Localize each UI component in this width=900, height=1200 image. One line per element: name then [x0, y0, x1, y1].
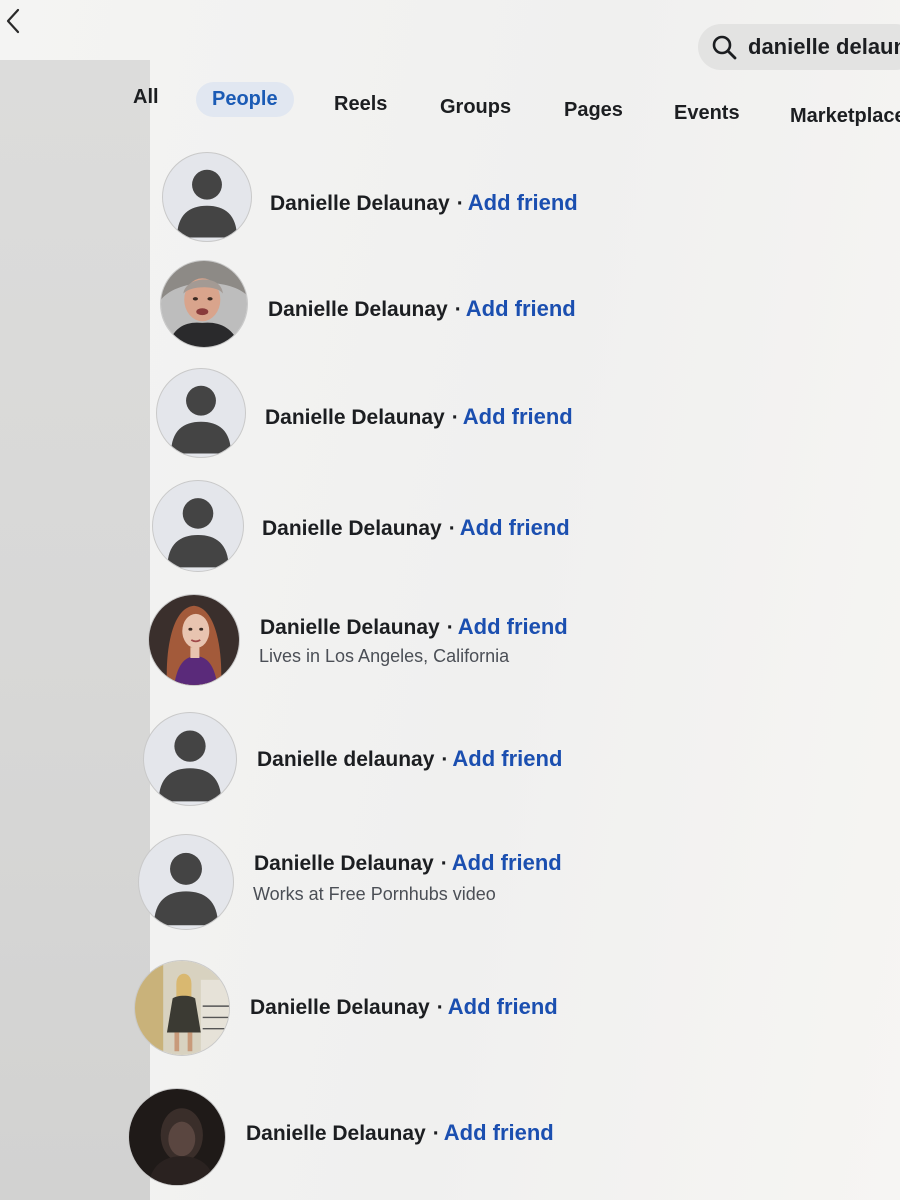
add-friend-button[interactable]: Add friend	[444, 1120, 554, 1145]
separator-dot: ·	[441, 748, 449, 771]
filter-tabs: All People Reels Groups Pages Events Mar…	[0, 70, 900, 130]
add-friend-button[interactable]: Add friend	[452, 746, 562, 771]
left-sidebar	[0, 60, 150, 1200]
search-results-screen: danielle delaunay All People Reels Group…	[0, 0, 900, 1200]
separator-dot: ·	[448, 517, 456, 540]
tab-reels[interactable]: Reels	[334, 93, 387, 116]
result-name[interactable]: Danielle Delaunay	[254, 852, 434, 875]
add-friend-button[interactable]: Add friend	[468, 190, 578, 215]
tab-all[interactable]: All	[133, 86, 159, 109]
default-avatar-icon[interactable]	[162, 152, 252, 242]
chevron-left-icon	[6, 8, 20, 34]
tab-events[interactable]: Events	[674, 102, 740, 125]
result-name[interactable]: Danielle Delaunay	[265, 406, 445, 429]
profile-photo[interactable]	[160, 260, 248, 348]
result-name[interactable]: Danielle Delaunay	[246, 1122, 426, 1145]
result-name[interactable]: Danielle Delaunay	[268, 298, 448, 321]
add-friend-button[interactable]: Add friend	[466, 296, 576, 321]
result-detail: Works at Free Pornhubs video	[253, 884, 496, 904]
back-button[interactable]	[2, 8, 24, 34]
search-icon	[712, 35, 737, 60]
tab-pages[interactable]: Pages	[564, 99, 623, 122]
search-query-text: danielle delaunay	[748, 34, 900, 59]
tab-marketplace[interactable]: Marketplace	[790, 105, 900, 128]
add-friend-button[interactable]: Add friend	[458, 614, 568, 639]
default-avatar-icon[interactable]	[138, 834, 234, 930]
add-friend-button[interactable]: Add friend	[463, 404, 573, 429]
tab-people[interactable]: People	[196, 82, 294, 117]
result-detail: Lives in Los Angeles, California	[259, 646, 510, 666]
add-friend-button[interactable]: Add friend	[460, 515, 570, 540]
result-name[interactable]: Danielle Delaunay	[270, 192, 450, 215]
result-name[interactable]: Danielle delaunay	[257, 748, 434, 771]
separator-dot: ·	[456, 192, 464, 215]
default-avatar-icon[interactable]	[156, 368, 246, 458]
separator-dot: ·	[432, 1122, 440, 1145]
separator-dot: ·	[451, 406, 459, 429]
tab-groups[interactable]: Groups	[440, 96, 511, 119]
result-name[interactable]: Danielle Delaunay	[260, 616, 440, 639]
add-friend-button[interactable]: Add friend	[448, 994, 558, 1019]
separator-dot: ·	[436, 996, 444, 1019]
default-avatar-icon[interactable]	[152, 480, 244, 572]
result-name[interactable]: Danielle Delaunay	[250, 996, 430, 1019]
add-friend-button[interactable]: Add friend	[452, 850, 562, 875]
separator-dot: ·	[446, 616, 454, 639]
separator-dot: ·	[454, 298, 462, 321]
result-name[interactable]: Danielle Delaunay	[262, 517, 442, 540]
profile-photo[interactable]	[134, 960, 230, 1056]
search-input[interactable]: danielle delaunay	[698, 24, 900, 70]
profile-photo[interactable]	[148, 594, 240, 686]
profile-photo[interactable]	[128, 1088, 226, 1186]
separator-dot: ·	[440, 852, 448, 875]
default-avatar-icon[interactable]	[143, 712, 237, 806]
